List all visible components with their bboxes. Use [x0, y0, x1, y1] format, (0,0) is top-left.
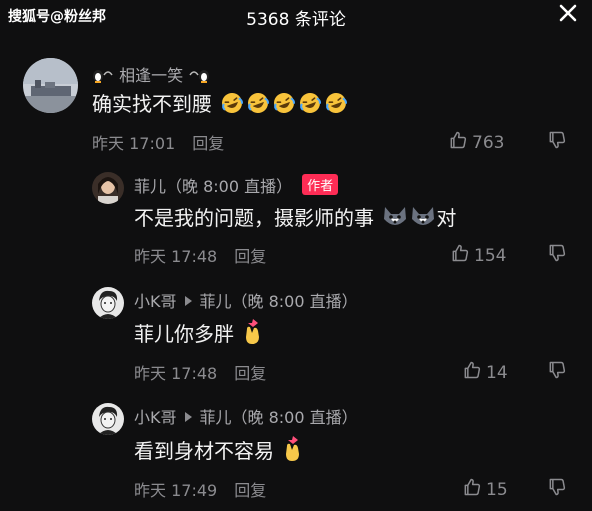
- husky-emoji: [410, 205, 436, 234]
- comment-author-name: 相逢一笑: [119, 66, 184, 85]
- reply-to-name: 菲儿（晚 8:00 直播）: [199, 292, 358, 311]
- reply-to-name: 菲儿（晚 8:00 直播）: [199, 408, 358, 427]
- comment-author[interactable]: 相逢一笑: [92, 62, 210, 86]
- reply-text: 不是我的问题，摄影师的事 对: [134, 202, 456, 234]
- like-count: 154: [474, 245, 507, 266]
- reply-text: 菲儿你多胖: [134, 318, 264, 350]
- finger-heart-emoji: [242, 319, 264, 350]
- reply-to-arrow-icon: [184, 296, 192, 306]
- comments-title: 5368 条评论: [246, 10, 346, 30]
- reply-author-name: 小K哥: [134, 408, 177, 427]
- reply-button[interactable]: 回复: [234, 481, 266, 500]
- reply-author[interactable]: 菲儿（晚 8:00 直播） 作者: [134, 173, 339, 197]
- like-button[interactable]: 14: [462, 360, 508, 385]
- like-button[interactable]: 154: [450, 243, 506, 268]
- author-badge: 作者: [302, 174, 339, 195]
- thumbs-down-icon[interactable]: [547, 130, 567, 154]
- reply-button[interactable]: 回复: [234, 247, 266, 266]
- like-count: 763: [472, 132, 505, 153]
- rofl-emoji: [298, 91, 322, 120]
- reply-meta: 昨天 17:48 回复: [134, 243, 266, 267]
- rofl-emoji: [324, 91, 348, 120]
- reply-text-content: 看到身材不容易: [134, 439, 274, 463]
- thumbs-down-icon[interactable]: [547, 477, 567, 501]
- like-count: 14: [486, 362, 508, 383]
- like-button[interactable]: 15: [462, 477, 508, 502]
- avatar[interactable]: [23, 58, 78, 113]
- thumbs-down-icon[interactable]: [547, 243, 567, 267]
- reply-button[interactable]: 回复: [192, 134, 224, 153]
- finger-heart-emoji: [282, 436, 304, 467]
- reply-meta: 昨天 17:48 回复: [134, 360, 266, 384]
- close-icon[interactable]: [558, 3, 578, 27]
- thumbs-up-icon: [462, 477, 482, 502]
- reply-meta: 昨天 17:49 回复: [134, 477, 266, 501]
- thumbs-up-icon: [462, 360, 482, 385]
- reply-button[interactable]: 回复: [234, 364, 266, 383]
- thumbs-down-icon[interactable]: [547, 360, 567, 384]
- rofl-emoji: [246, 91, 270, 120]
- reply-to-arrow-icon: [184, 412, 192, 422]
- comment-text: 确实找不到腰: [92, 88, 348, 120]
- comment-text-content: 确实找不到腰: [92, 92, 212, 116]
- rofl-emoji: [272, 91, 296, 120]
- rofl-emoji-row: [218, 92, 348, 116]
- penguin-icon: [92, 66, 119, 85]
- rofl-emoji: [220, 91, 244, 120]
- reply-text-content: 不是我的问题，摄影师的事: [134, 206, 374, 230]
- reply-time: 昨天 17:48: [134, 364, 218, 383]
- reply-time: 昨天 17:49: [134, 481, 218, 500]
- reply-author[interactable]: 小K哥 菲儿（晚 8:00 直播）: [134, 288, 358, 312]
- like-button[interactable]: 763: [448, 130, 504, 155]
- reply-author[interactable]: 小K哥 菲儿（晚 8:00 直播）: [134, 404, 358, 428]
- reply-text: 看到身材不容易: [134, 435, 304, 467]
- like-count: 15: [486, 479, 508, 500]
- avatar[interactable]: [92, 403, 124, 435]
- penguin-icon: [188, 66, 210, 85]
- thumbs-up-icon: [450, 243, 470, 268]
- reply-author-name: 小K哥: [134, 292, 177, 311]
- husky-emoji: [382, 205, 408, 234]
- reply-text-content: 菲儿你多胖: [134, 322, 234, 346]
- reply-author-name: 菲儿（晚 8:00 直播）: [134, 177, 293, 196]
- reply-text-tail: 对: [436, 206, 457, 230]
- comment-time: 昨天 17:01: [92, 134, 176, 153]
- comment-meta: 昨天 17:01 回复: [92, 130, 224, 154]
- avatar[interactable]: [92, 172, 124, 204]
- avatar[interactable]: [92, 287, 124, 319]
- thumbs-up-icon: [448, 130, 468, 155]
- reply-time: 昨天 17:48: [134, 247, 218, 266]
